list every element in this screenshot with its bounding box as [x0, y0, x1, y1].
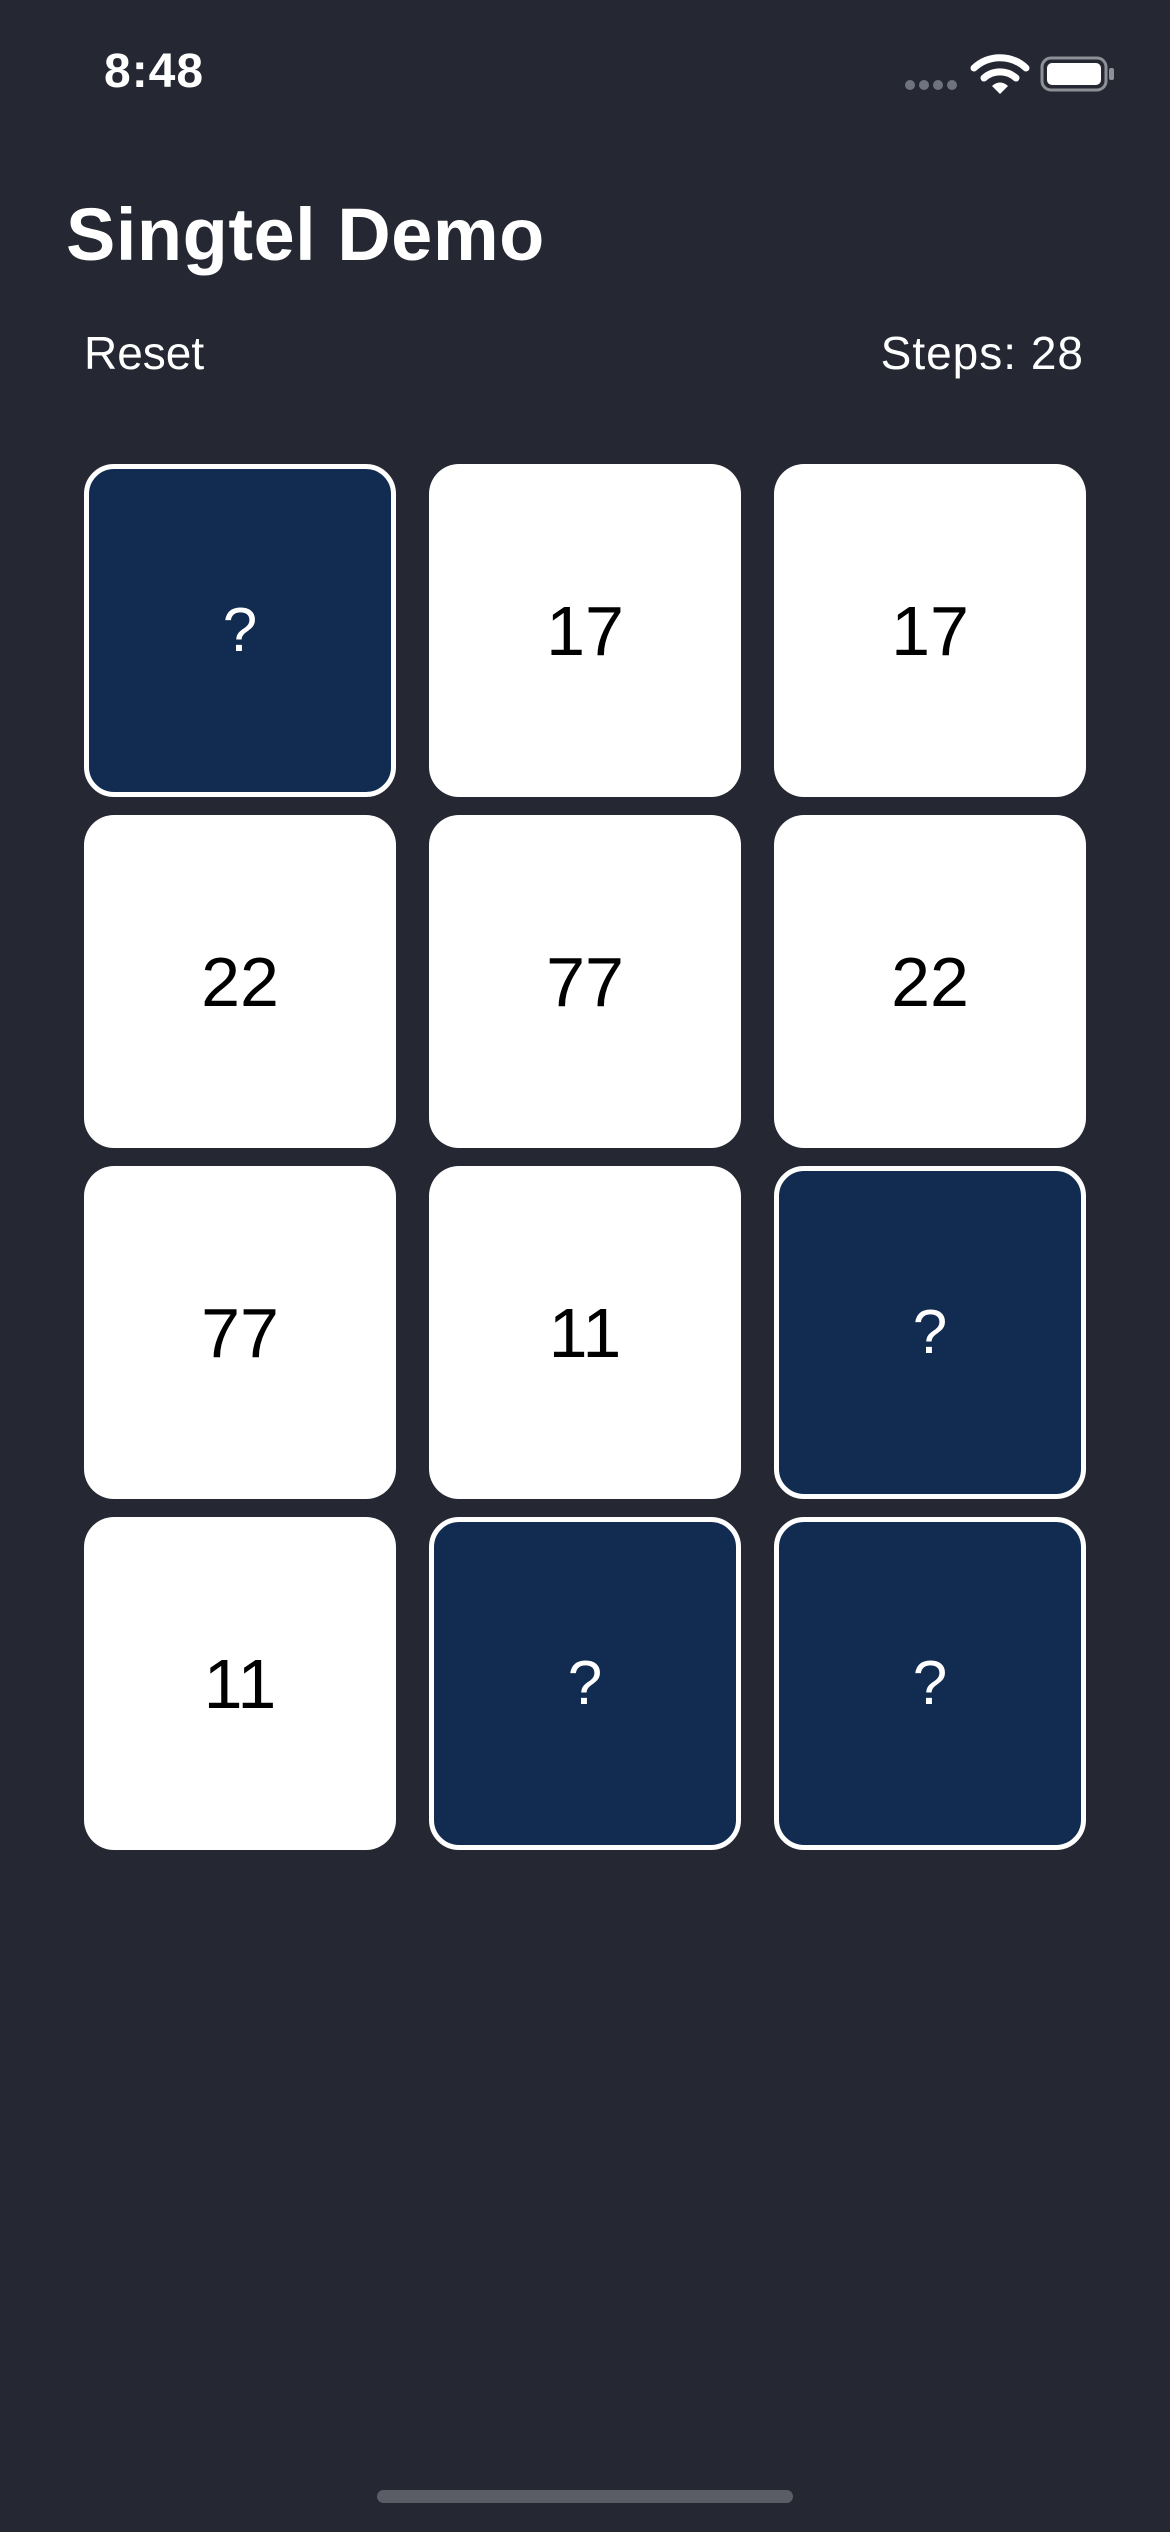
steps-counter: Steps: 28 [880, 327, 1084, 379]
card-revealed[interactable]: 77 [84, 1166, 396, 1499]
home-indicator[interactable] [377, 2490, 793, 2503]
card-revealed[interactable]: 77 [429, 815, 741, 1148]
card-revealed[interactable]: 17 [429, 464, 741, 797]
status-time: 8:48 [104, 45, 205, 98]
card-hidden[interactable]: ? [429, 1517, 741, 1850]
card-hidden[interactable]: ? [774, 1517, 1086, 1850]
reset-button[interactable]: Reset [84, 326, 204, 380]
card-hidden[interactable]: ? [84, 464, 396, 797]
wifi-icon [970, 54, 1030, 94]
card-revealed[interactable]: 11 [84, 1517, 396, 1850]
card-grid: ? 17 17 22 77 22 77 11 ? 11 ? ? [84, 464, 1086, 1850]
signal-icon [905, 80, 959, 92]
battery-icon [1040, 56, 1114, 92]
card-revealed[interactable]: 22 [84, 815, 396, 1148]
card-revealed[interactable]: 11 [429, 1166, 741, 1499]
card-revealed[interactable]: 17 [774, 464, 1086, 797]
card-hidden[interactable]: ? [774, 1166, 1086, 1499]
page-title: Singtel Demo [66, 193, 545, 276]
status-bar: 8:48 [0, 0, 1170, 150]
card-revealed[interactable]: 22 [774, 815, 1086, 1148]
